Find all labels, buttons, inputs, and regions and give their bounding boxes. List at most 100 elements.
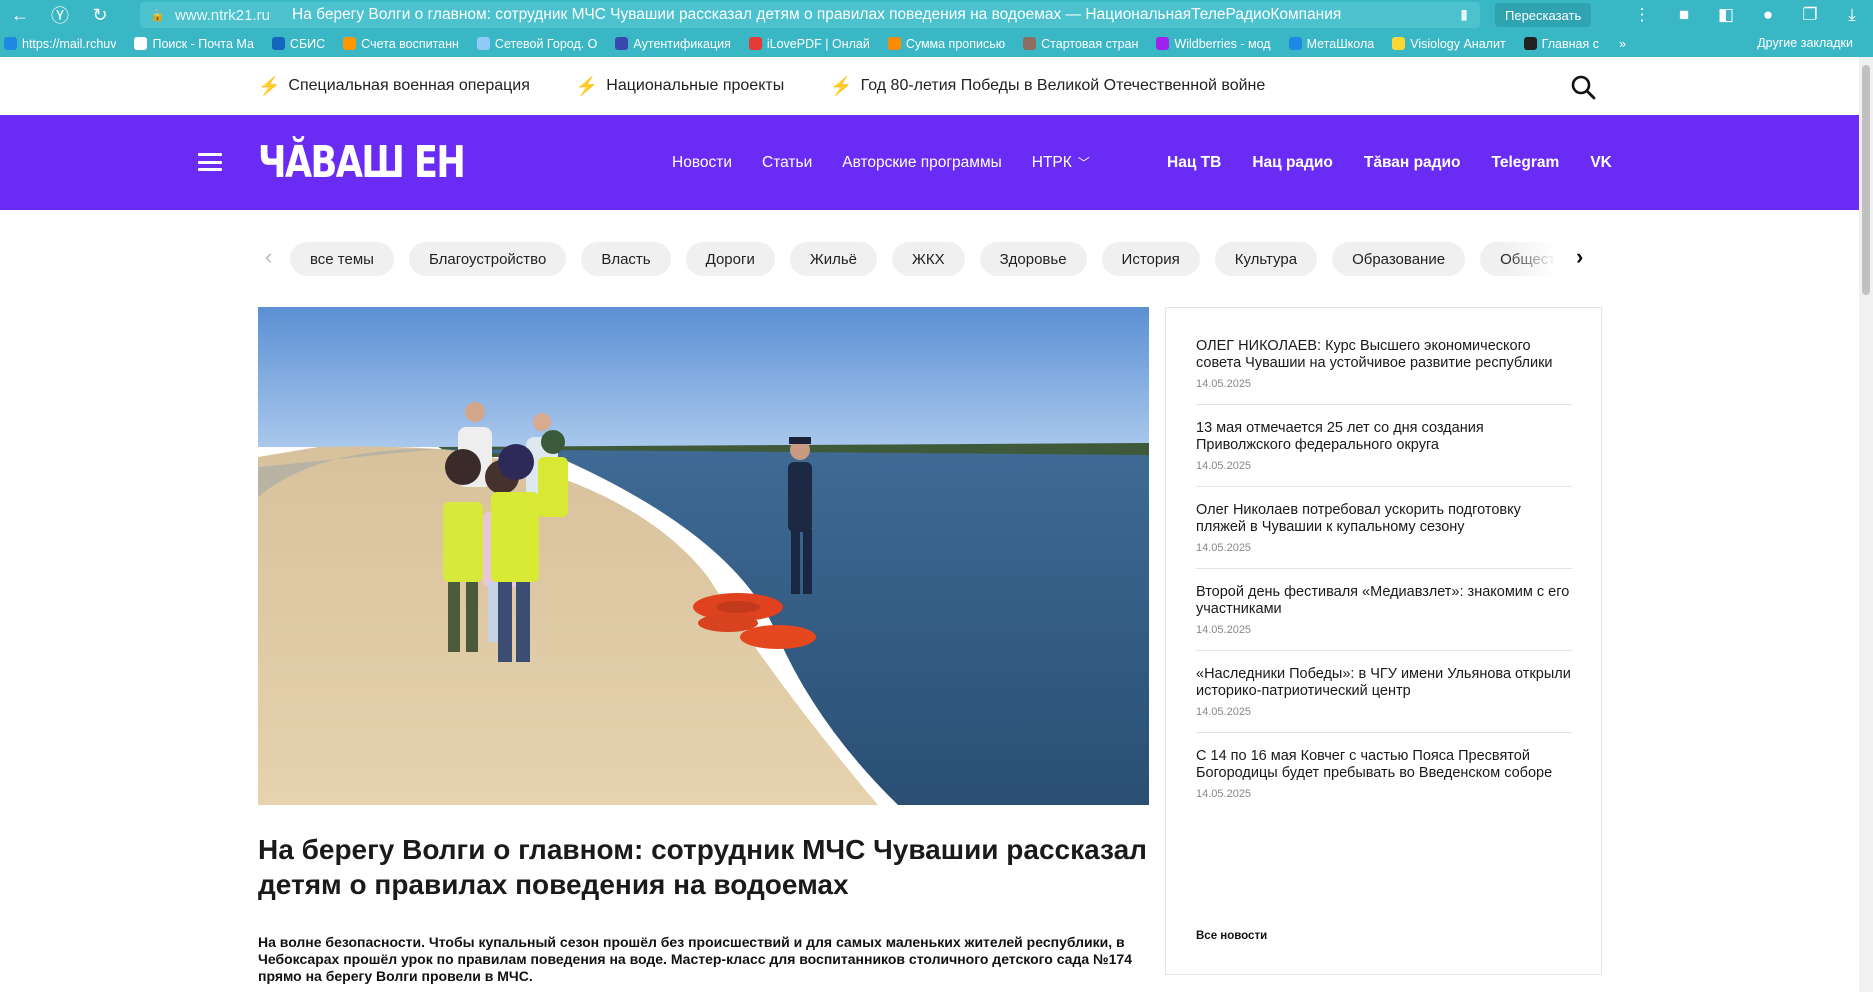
news-item[interactable]: ОЛЕГ НИКОЛАЕВ: Курс Высшего экономическо…	[1196, 338, 1572, 405]
bookmark-label: Счета воспитанн	[361, 36, 459, 51]
reload-icon[interactable]: ↻	[80, 0, 120, 30]
topic-label: Национальные проекты	[606, 77, 785, 94]
bookmark-item[interactable]: https://mail.rchuv	[0, 37, 116, 51]
nav-tavan-radio[interactable]: Тăван радио	[1364, 154, 1461, 172]
bookmark-item[interactable]: Сетевой Город. О	[473, 37, 597, 51]
bookmark-item[interactable]: Wildberries - мод	[1152, 36, 1271, 51]
bookmark-item[interactable]: Сумма прописью	[884, 37, 1005, 51]
news-title[interactable]: С 14 по 16 мая Ковчег с частью Пояса Пре…	[1196, 748, 1572, 782]
tag-pill[interactable]: Благоустройство	[408, 242, 567, 276]
tag-pill[interactable]: Культура	[1214, 242, 1318, 276]
news-item[interactable]: 13 мая отмечается 25 лет со дня создания…	[1196, 420, 1572, 487]
tag-pill[interactable]: все темы	[290, 242, 394, 276]
bookmark-label: Wildberries - мод	[1174, 36, 1271, 51]
other-bookmarks[interactable]: Другие закладки	[1757, 36, 1853, 50]
lock-icon: 🔒	[150, 8, 165, 22]
tag-pill[interactable]: Дороги	[685, 242, 775, 276]
site-logo[interactable]: ЧĂВАШ ЕН	[258, 137, 466, 189]
tag-pill[interactable]: ЖКХ	[891, 242, 965, 276]
retell-button[interactable]: Пересказать	[1495, 3, 1592, 27]
nav-radio[interactable]: Нац радио	[1252, 154, 1333, 172]
news-title[interactable]: 13 мая отмечается 25 лет со дня создания…	[1196, 420, 1572, 454]
nav-telegram[interactable]: Telegram	[1492, 154, 1560, 172]
bookmark-label: Главная с	[1541, 36, 1599, 51]
news-title[interactable]: Олег Николаев потребовал ускорить подгот…	[1196, 502, 1572, 536]
scrollbar-thumb[interactable]	[1862, 65, 1870, 295]
news-title[interactable]: Второй день фестиваля «Медиавзлет»: знак…	[1196, 584, 1572, 618]
bookmark-item[interactable]: Главная с	[1520, 37, 1599, 51]
address-bar[interactable]: 🔒 www.ntrk21.ru На берегу Волги о главно…	[140, 2, 1480, 28]
bookmark-favicon-icon	[476, 37, 490, 50]
topic-link[interactable]: ⚡ Национальные проекты	[576, 76, 784, 97]
bookmark-icon[interactable]: ▮	[1460, 6, 1468, 23]
search-icon[interactable]	[1570, 74, 1596, 100]
topics-strip: ⚡ Специальная военная операция ⚡ Националь…	[258, 57, 1311, 115]
news-item[interactable]: С 14 по 16 мая Ковчег с частью Пояса Пре…	[1196, 748, 1572, 814]
news-item[interactable]: Олег Николаев потребовал ускорить подгот…	[1196, 502, 1572, 569]
bolt-icon: ⚡	[830, 75, 853, 96]
news-item[interactable]: Второй день фестиваля «Медиавзлет»: знак…	[1196, 584, 1572, 651]
news-date: 14.05.2025	[1196, 542, 1252, 554]
news-date: 14.05.2025	[1196, 788, 1252, 800]
all-news-link[interactable]: Все новости	[1196, 930, 1267, 942]
news-title[interactable]: ОЛЕГ НИКОЛАЕВ: Курс Высшего экономическо…	[1196, 338, 1572, 372]
topic-label: Год 80-летия Победы в Великой Отечествен…	[860, 77, 1266, 94]
yandex-icon[interactable]: Ⓨ	[40, 0, 80, 30]
download-icon[interactable]: ⤓	[1831, 5, 1873, 25]
bookmark-favicon-icon	[615, 37, 629, 50]
bookmark-item[interactable]: iLovePDF | Онлай	[745, 37, 870, 51]
extension-2-icon[interactable]: ●	[1747, 5, 1789, 25]
menu-dots-icon[interactable]: ⋮	[1621, 5, 1663, 25]
chevron-left-icon[interactable]: ‹	[265, 244, 272, 270]
tabs-icon[interactable]: ❐	[1789, 5, 1831, 25]
bookmark-item[interactable]: Visiology Аналит	[1388, 37, 1506, 51]
bookmarks-more[interactable]: »	[1619, 37, 1626, 51]
news-date: 14.05.2025	[1196, 378, 1252, 390]
tag-pill[interactable]: Здоровье	[979, 242, 1087, 276]
bookmark-label: Поиск - Почта Ма	[152, 36, 254, 51]
bookmark-item[interactable]: Стартовая стран	[1019, 37, 1138, 51]
tag-pill[interactable]: Власть	[581, 242, 671, 276]
news-title[interactable]: «Наследники Победы»: в ЧГУ имени Ульянов…	[1196, 666, 1572, 700]
nav-articles[interactable]: Статьи	[762, 154, 812, 172]
tag-pill[interactable]: Образование	[1332, 242, 1466, 276]
bookmark-label: Сетевой Город. О	[494, 36, 598, 51]
topic-link[interactable]: ⚡ Специальная военная операция	[258, 76, 530, 97]
bookmark-item[interactable]: Поиск - Почта Ма	[130, 36, 254, 51]
bookmark-label: СБИС	[289, 36, 326, 51]
extension-icon[interactable]: ■	[1663, 5, 1705, 25]
bookmarks-bar: https://mail.rchuv Поиск - Почта Ма СБИС Сч…	[0, 30, 1873, 57]
bookmark-item[interactable]: МетаШкола	[1285, 36, 1375, 51]
nav-vk[interactable]: VK	[1590, 154, 1612, 172]
back-icon[interactable]: ←	[0, 0, 40, 30]
bookmark-label: МетаШкола	[1306, 36, 1375, 51]
retell-label: Пересказать	[1505, 7, 1582, 23]
bookmark-label: Аутентификация	[633, 36, 731, 51]
nav-tv[interactable]: Нац ТВ	[1167, 154, 1221, 172]
nav-ntrk[interactable]: НТРК ﹀	[1032, 154, 1090, 172]
flag-icon[interactable]: ◧	[1705, 5, 1747, 25]
bookmark-favicon-icon	[748, 37, 762, 50]
bookmark-item[interactable]: СБИС	[268, 37, 325, 51]
news-item[interactable]: «Наследники Победы»: в ЧГУ имени Ульянов…	[1196, 666, 1572, 733]
tag-pill[interactable]: Жильё	[789, 242, 877, 276]
tags-row: все темы Благоустройство Власть Дороги Жильё…	[290, 242, 1556, 276]
page-scrollbar[interactable]	[1859, 57, 1873, 992]
bookmarks-list: https://mail.rchuv Поиск - Почта Ма СБИС Сч…	[0, 37, 1613, 51]
nav-author-programs[interactable]: Авторские программы	[842, 154, 1002, 172]
address-domain: www.ntrk21.ru	[174, 6, 270, 24]
tag-pill[interactable]: История	[1101, 242, 1200, 276]
chevron-right-icon[interactable]: ›	[1576, 244, 1583, 270]
topic-link[interactable]: ⚡ Год 80-летия Победы в Великой Отечестве…	[830, 76, 1265, 97]
tags-fade	[1506, 242, 1556, 276]
bookmark-favicon-icon	[343, 37, 357, 50]
bookmark-item[interactable]: Аутентификация	[611, 36, 731, 51]
bookmark-favicon-icon	[1156, 37, 1170, 50]
nav-news[interactable]: Новости	[672, 154, 732, 172]
bookmark-item[interactable]: Счета воспитанн	[339, 37, 459, 51]
bookmark-label: Стартовая стран	[1041, 36, 1139, 51]
bookmark-favicon-icon	[1392, 37, 1406, 50]
menu-icon[interactable]	[198, 153, 222, 171]
bookmark-label: Сумма прописью	[905, 36, 1006, 51]
article-lead: На волне безопасности. Чтобы купальный с…	[258, 934, 1132, 984]
